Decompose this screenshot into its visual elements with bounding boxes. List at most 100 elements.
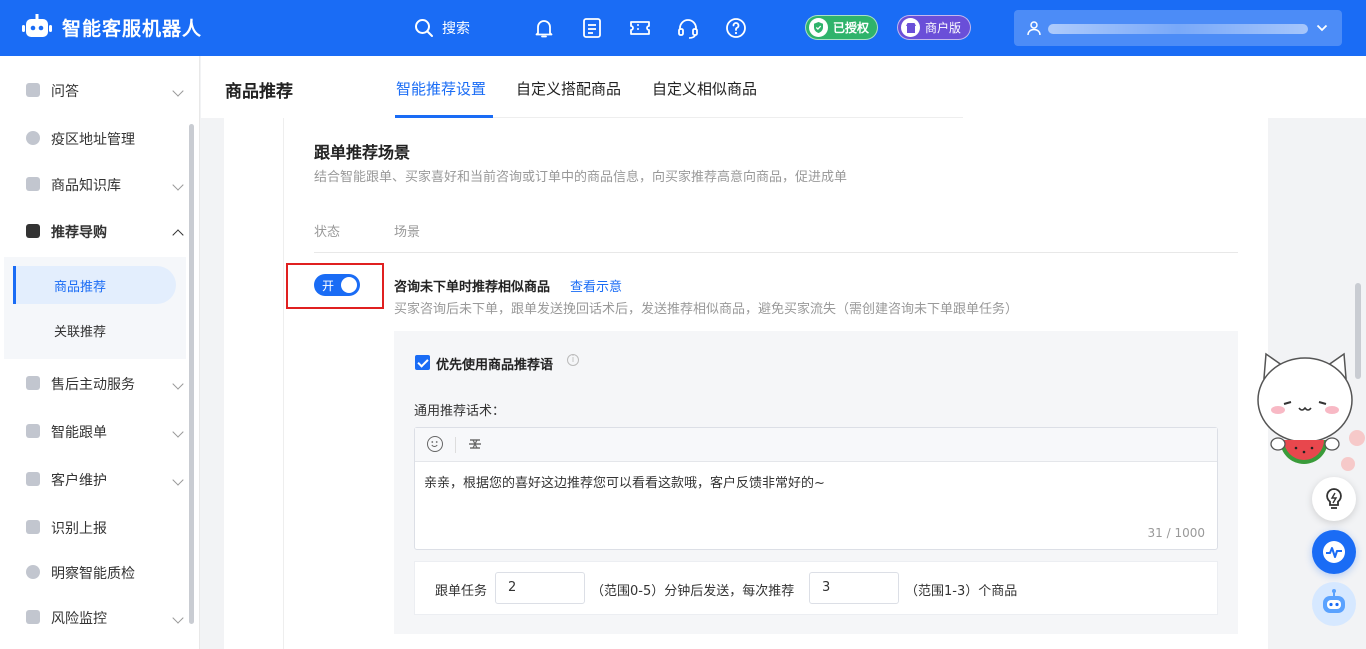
sidebar-item-label: 智能跟单 [51, 425, 107, 441]
redacted-username [1048, 24, 1308, 34]
sidebar-item-customer-care[interactable]: 客户维护 [0, 461, 188, 497]
sidebar-item-label: 风险监控 [51, 611, 107, 627]
sidebar-item-product-knowledge[interactable]: 商品知识库 [0, 166, 188, 202]
scene-description: 买家咨询后未下单，跟单发送挽回话术后，发送推荐相似商品，避免买家流失（需创建咨询… [394, 302, 1019, 317]
chevron-down-icon [1316, 24, 1328, 32]
tab-smart-recommend-settings[interactable]: 智能推荐设置 [396, 78, 486, 99]
monitor-button[interactable] [1312, 530, 1356, 574]
column-header-status: 状态 [314, 225, 341, 240]
customer-icon [26, 472, 40, 486]
search-label: 搜索 [442, 21, 470, 37]
toggle-knob [341, 277, 357, 293]
recommend-submenu: 商品推荐 关联推荐 [4, 257, 186, 359]
service-icon [26, 376, 40, 390]
script-text[interactable]: 亲亲，根据您的喜好这边推荐您可以看看这款哦，客户反馈非常好的~ [424, 472, 825, 491]
sidebar-item-epidemic-address[interactable]: 疫区地址管理 [0, 120, 188, 156]
script-label: 通用推荐话术： [414, 404, 506, 419]
sidebar-item-label: 客户维护 [51, 473, 107, 489]
sidebar-subitem-related-recommend[interactable]: 关联推荐 [14, 311, 176, 349]
report-icon [26, 520, 40, 534]
sidebar-item-after-sales[interactable]: 售后主动服务 [0, 365, 188, 401]
chevron-up-icon [172, 229, 184, 241]
tab-custom-bundle-products[interactable]: 自定义搭配商品 [516, 78, 621, 99]
count-suffix-label: （范围1-3）个商品 [905, 584, 1018, 599]
task-list-icon[interactable] [580, 16, 604, 40]
task-prefix-label: 跟单任务 [435, 584, 488, 599]
recommend-script-editor[interactable]: 亲亲，根据您的喜好这边推荐您可以看看这款哦，客户反馈非常好的~ 31 / 100… [414, 427, 1218, 550]
sidebar-item-smart-follow[interactable]: 智能跟单 [0, 413, 188, 449]
sidebar-item-label: 疫区地址管理 [51, 132, 135, 148]
sidebar-item-label: 推荐导购 [51, 225, 107, 241]
merchant-badge-label: 商户版 [925, 21, 962, 35]
section-description: 结合智能跟单、买家喜好和当前咨询或订单中的商品信息，向买家推荐高意向商品，促进成… [314, 170, 848, 185]
emoji-icon[interactable] [427, 436, 443, 452]
recommend-count-input[interactable]: 3 [809, 572, 899, 604]
search-button[interactable]: 搜索 [414, 15, 470, 41]
sidebar-item-identify-report[interactable]: 识别上报 [0, 509, 188, 545]
sidebar-subitem-label: 商品推荐 [54, 279, 107, 295]
chevron-down-icon [172, 426, 184, 438]
bell-icon[interactable] [532, 16, 556, 40]
info-icon[interactable]: i [567, 354, 579, 366]
app-title: 智能客服机器人 [62, 18, 203, 40]
recommend-icon [26, 224, 40, 238]
location-icon [26, 131, 40, 145]
user-account-dropdown[interactable] [1014, 10, 1342, 46]
inspect-icon [26, 565, 40, 579]
sidebar-item-quality-inspect[interactable]: 明察智能质检 [0, 554, 188, 590]
checkbox-label: 优先使用商品推荐语 [436, 358, 554, 373]
sidebar: 问答 疫区地址管理 商品知识库 推荐导购 商品推荐 关联推荐 售后主动服务 智能… [0, 56, 200, 649]
sidebar-item-label: 明察智能质检 [51, 566, 135, 582]
sidebar-item-risk-monitor[interactable]: 风险监控 [0, 599, 188, 635]
sidebar-item-label: 售后主动服务 [51, 377, 135, 393]
sidebar-item-qa[interactable]: 问答 [0, 72, 188, 108]
sidebar-subitem-label: 关联推荐 [54, 324, 107, 340]
lightbulb-icon [1326, 488, 1342, 509]
insert-variable-icon[interactable] [468, 437, 482, 451]
toggle-label: 开 [322, 279, 335, 293]
delay-suffix-label: （范围0-5）分钟后发送，每次推荐 [591, 584, 795, 599]
sidebar-item-recommend-guide[interactable]: 推荐导购 [0, 213, 188, 249]
headset-icon[interactable] [676, 16, 700, 40]
editor-toolbar [415, 428, 1217, 462]
header-divider [314, 252, 1238, 253]
use-product-recommend-checkbox[interactable] [415, 355, 430, 370]
character-counter: 31 / 1000 [1147, 526, 1205, 540]
robot-assistant-icon [1323, 589, 1345, 613]
search-icon [415, 19, 433, 37]
sidebar-scrollbar[interactable] [189, 124, 194, 624]
risk-icon [26, 610, 40, 624]
bag-icon [26, 177, 40, 191]
tips-button[interactable] [1312, 477, 1356, 521]
content-divider [283, 118, 284, 649]
user-icon [1027, 21, 1041, 36]
pulse-icon [1323, 541, 1345, 563]
chevron-down-icon [172, 474, 184, 486]
cat-mascot-icon[interactable] [1254, 348, 1366, 478]
merchant-edition-badge[interactable]: 商户版 [897, 15, 972, 40]
chevron-down-icon [172, 612, 184, 624]
section-title: 跟单推荐场景 [314, 143, 411, 162]
page-header: 商品推荐 智能推荐设置 自定义搭配商品 自定义相似商品 [201, 56, 1366, 118]
authorized-badge-label: 已授权 [833, 21, 870, 35]
chevron-down-icon [172, 85, 184, 97]
shield-check-icon [809, 18, 828, 37]
chevron-down-icon [172, 179, 184, 191]
view-example-link[interactable]: 查看示意 [570, 276, 622, 295]
column-header-scene: 场景 [394, 225, 421, 240]
follow-icon [26, 424, 40, 438]
scene-enable-toggle[interactable]: 开 [314, 274, 360, 296]
tab-custom-similar-products[interactable]: 自定义相似商品 [652, 78, 757, 99]
page-title: 商品推荐 [225, 82, 293, 102]
help-icon[interactable] [724, 16, 748, 40]
robot-assistant-button[interactable] [1312, 582, 1356, 626]
sidebar-item-label: 商品知识库 [51, 178, 121, 194]
sidebar-subitem-product-recommend[interactable]: 商品推荐 [13, 266, 176, 304]
authorized-badge[interactable]: 已授权 [805, 15, 879, 40]
delay-minutes-input[interactable]: 2 [495, 572, 585, 604]
sidebar-item-label: 问答 [51, 84, 79, 100]
ticket-icon[interactable] [628, 16, 652, 40]
sidebar-item-label: 识别上报 [51, 521, 107, 537]
toolbar-separator [455, 437, 456, 453]
store-icon [901, 18, 920, 37]
